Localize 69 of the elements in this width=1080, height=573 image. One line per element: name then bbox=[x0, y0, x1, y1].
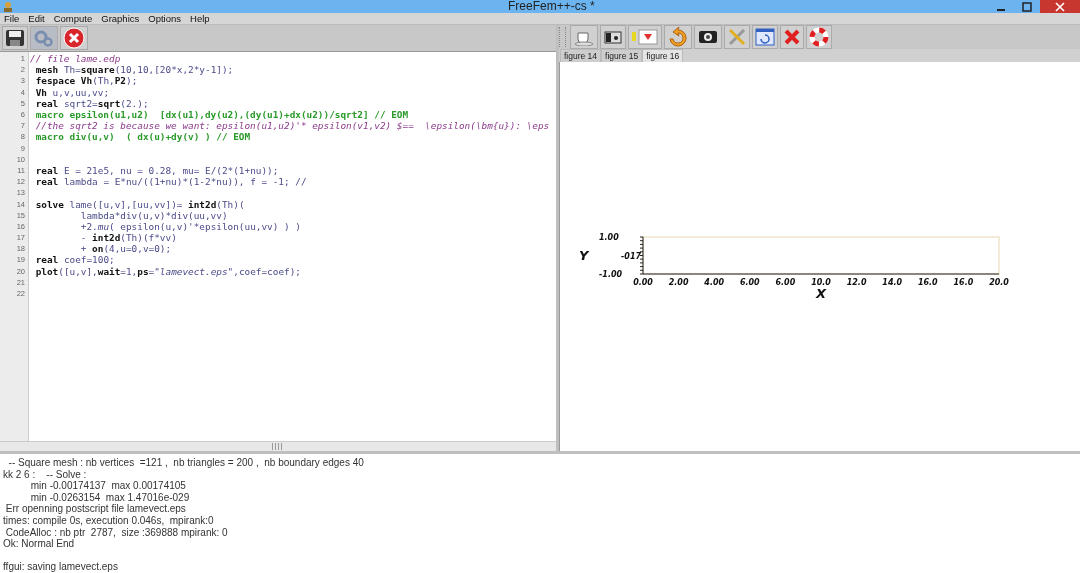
y-tick-label: -017 bbox=[621, 251, 642, 261]
code-line: //the sqrt2 is because we want: epsilon(u1,u2)'* epsilon(v1,v2) $== \epsilon(\bm{u}): \eps bbox=[34, 120, 550, 132]
code-line: macro div(u,v) ( dx(u)+dy(v) ) // EOM bbox=[34, 131, 251, 143]
code-line: macro epsilon(u1,u2) [dx(u1),dy(u2),(dy(u1)+dx(u2))/sqrt2] // EOM bbox=[34, 109, 409, 121]
y-tick-label: -1.00 bbox=[599, 270, 623, 280]
code-line: fespace Vh(Th,P2); bbox=[34, 75, 138, 87]
code-line: real coef=100; bbox=[34, 254, 115, 266]
console-line: Err openning postscript file lamevect.eps bbox=[4, 503, 186, 516]
app-icon bbox=[2, 0, 14, 13]
console-line: CodeAlloc : nb ptr 2787, size :369888 mpirank: 0 bbox=[4, 526, 228, 539]
x-tick-label: 14.0 bbox=[882, 278, 903, 288]
y-axis bbox=[639, 236, 644, 275]
console-line: kk 2 6 : -- Solve : bbox=[3, 468, 87, 481]
code-line: + on(4,u=0,v=0); bbox=[79, 243, 172, 255]
x-tick-label: 0.00 bbox=[633, 278, 653, 288]
toolbar-handle[interactable] bbox=[559, 27, 566, 48]
code-line: solve lame([u,v],[uu,vv])= int2d(Th)( bbox=[34, 198, 245, 210]
figure-tab[interactable]: figure 14 bbox=[560, 49, 602, 63]
figure-tab[interactable]: figure 15 bbox=[601, 49, 643, 63]
x-tick-label: 10.0 bbox=[811, 278, 831, 288]
close-icon[interactable] bbox=[780, 25, 804, 50]
x-tick-label: 6.00 bbox=[739, 278, 760, 288]
close-icon bbox=[1055, 1, 1065, 12]
camera-icon[interactable] bbox=[694, 25, 722, 50]
x-axis-label: X bbox=[816, 286, 826, 302]
console-line: -- Square mesh : nb vertices =121 , nb triangles = 200 , nb boundary edges 40 bbox=[7, 457, 364, 469]
window-title: FreeFem++-cs * bbox=[508, 0, 595, 13]
lifebuoy-icon[interactable] bbox=[806, 25, 832, 50]
x-tick-label: 20.0 bbox=[989, 278, 1009, 288]
code-line: +2.mu( epsilon(u,v)'*epsilon(uu,vv) ) ) bbox=[79, 220, 301, 233]
code-line: plot([u,v],wait=1,ps="lamevect.eps",coef=coef); bbox=[34, 265, 301, 277]
minimize-icon bbox=[997, 8, 1005, 11]
code-line: real sqrt2=sqrt(2.); bbox=[34, 97, 149, 109]
console-line: min -0.00174137 max 0.00174105 bbox=[29, 480, 186, 492]
code-line: lambda*div(u,v)*div(uu,vv) bbox=[79, 209, 228, 221]
envelope-icon[interactable] bbox=[628, 25, 662, 50]
x-tick-label: 4.00 bbox=[704, 278, 725, 288]
console-line: ffgui: saving lamevect.eps bbox=[3, 561, 118, 573]
menu-item[interactable]: Help bbox=[190, 13, 210, 25]
code-line: real lambda = E*nu/((1+nu)*(1-2*nu)), f = -1; // bbox=[34, 176, 307, 188]
menu-item[interactable]: Edit bbox=[28, 13, 45, 25]
console-line: Ok: Normal End bbox=[3, 538, 75, 550]
stop-button[interactable] bbox=[60, 26, 88, 51]
code-line: Vh u,v,uu,vv; bbox=[34, 86, 110, 98]
y-axis-label: Y bbox=[579, 247, 589, 263]
menu-item[interactable]: Options bbox=[148, 13, 181, 25]
menu-item[interactable]: Compute bbox=[53, 13, 93, 25]
x-tick-label: 6.00 bbox=[775, 278, 796, 288]
code-line: mesh Th=square(10,10,[20*x,2*y-1]); bbox=[34, 64, 234, 76]
code-line: - int2d(Th)(f*vv) bbox=[79, 232, 177, 244]
console-line: times: compile 0s, execution 0.046s, mpirank:0 bbox=[3, 515, 214, 527]
horizontal-scrollbar[interactable] bbox=[0, 441, 556, 452]
console-line: min -0.0263154 max 1.47016e-029 bbox=[29, 491, 190, 504]
figure-tab[interactable]: figure 16 bbox=[642, 49, 684, 63]
maximize-icon bbox=[1022, 1, 1032, 12]
camera-icon[interactable] bbox=[600, 25, 626, 50]
menu-item[interactable]: File bbox=[4, 13, 20, 25]
menu-item[interactable]: Graphics bbox=[101, 13, 140, 25]
code-line: // file lame.edp bbox=[30, 53, 121, 65]
x-tick-label: 2.00 bbox=[668, 278, 689, 288]
x-tick-label: 16.0 bbox=[917, 278, 938, 288]
x-tick-label: 16.0 bbox=[953, 278, 974, 288]
scrollbar-grip[interactable] bbox=[272, 443, 284, 451]
save-button[interactable] bbox=[2, 26, 28, 51]
code-line: real E = 21e5, nu = 0.28, mu= E/(2*(1+nu)); bbox=[34, 164, 279, 177]
refresh-window-icon[interactable] bbox=[752, 25, 778, 50]
close-button[interactable] bbox=[1040, 0, 1080, 13]
y-tick-label: 1.00 bbox=[599, 233, 619, 243]
x-tick-label: 12.0 bbox=[846, 278, 867, 288]
